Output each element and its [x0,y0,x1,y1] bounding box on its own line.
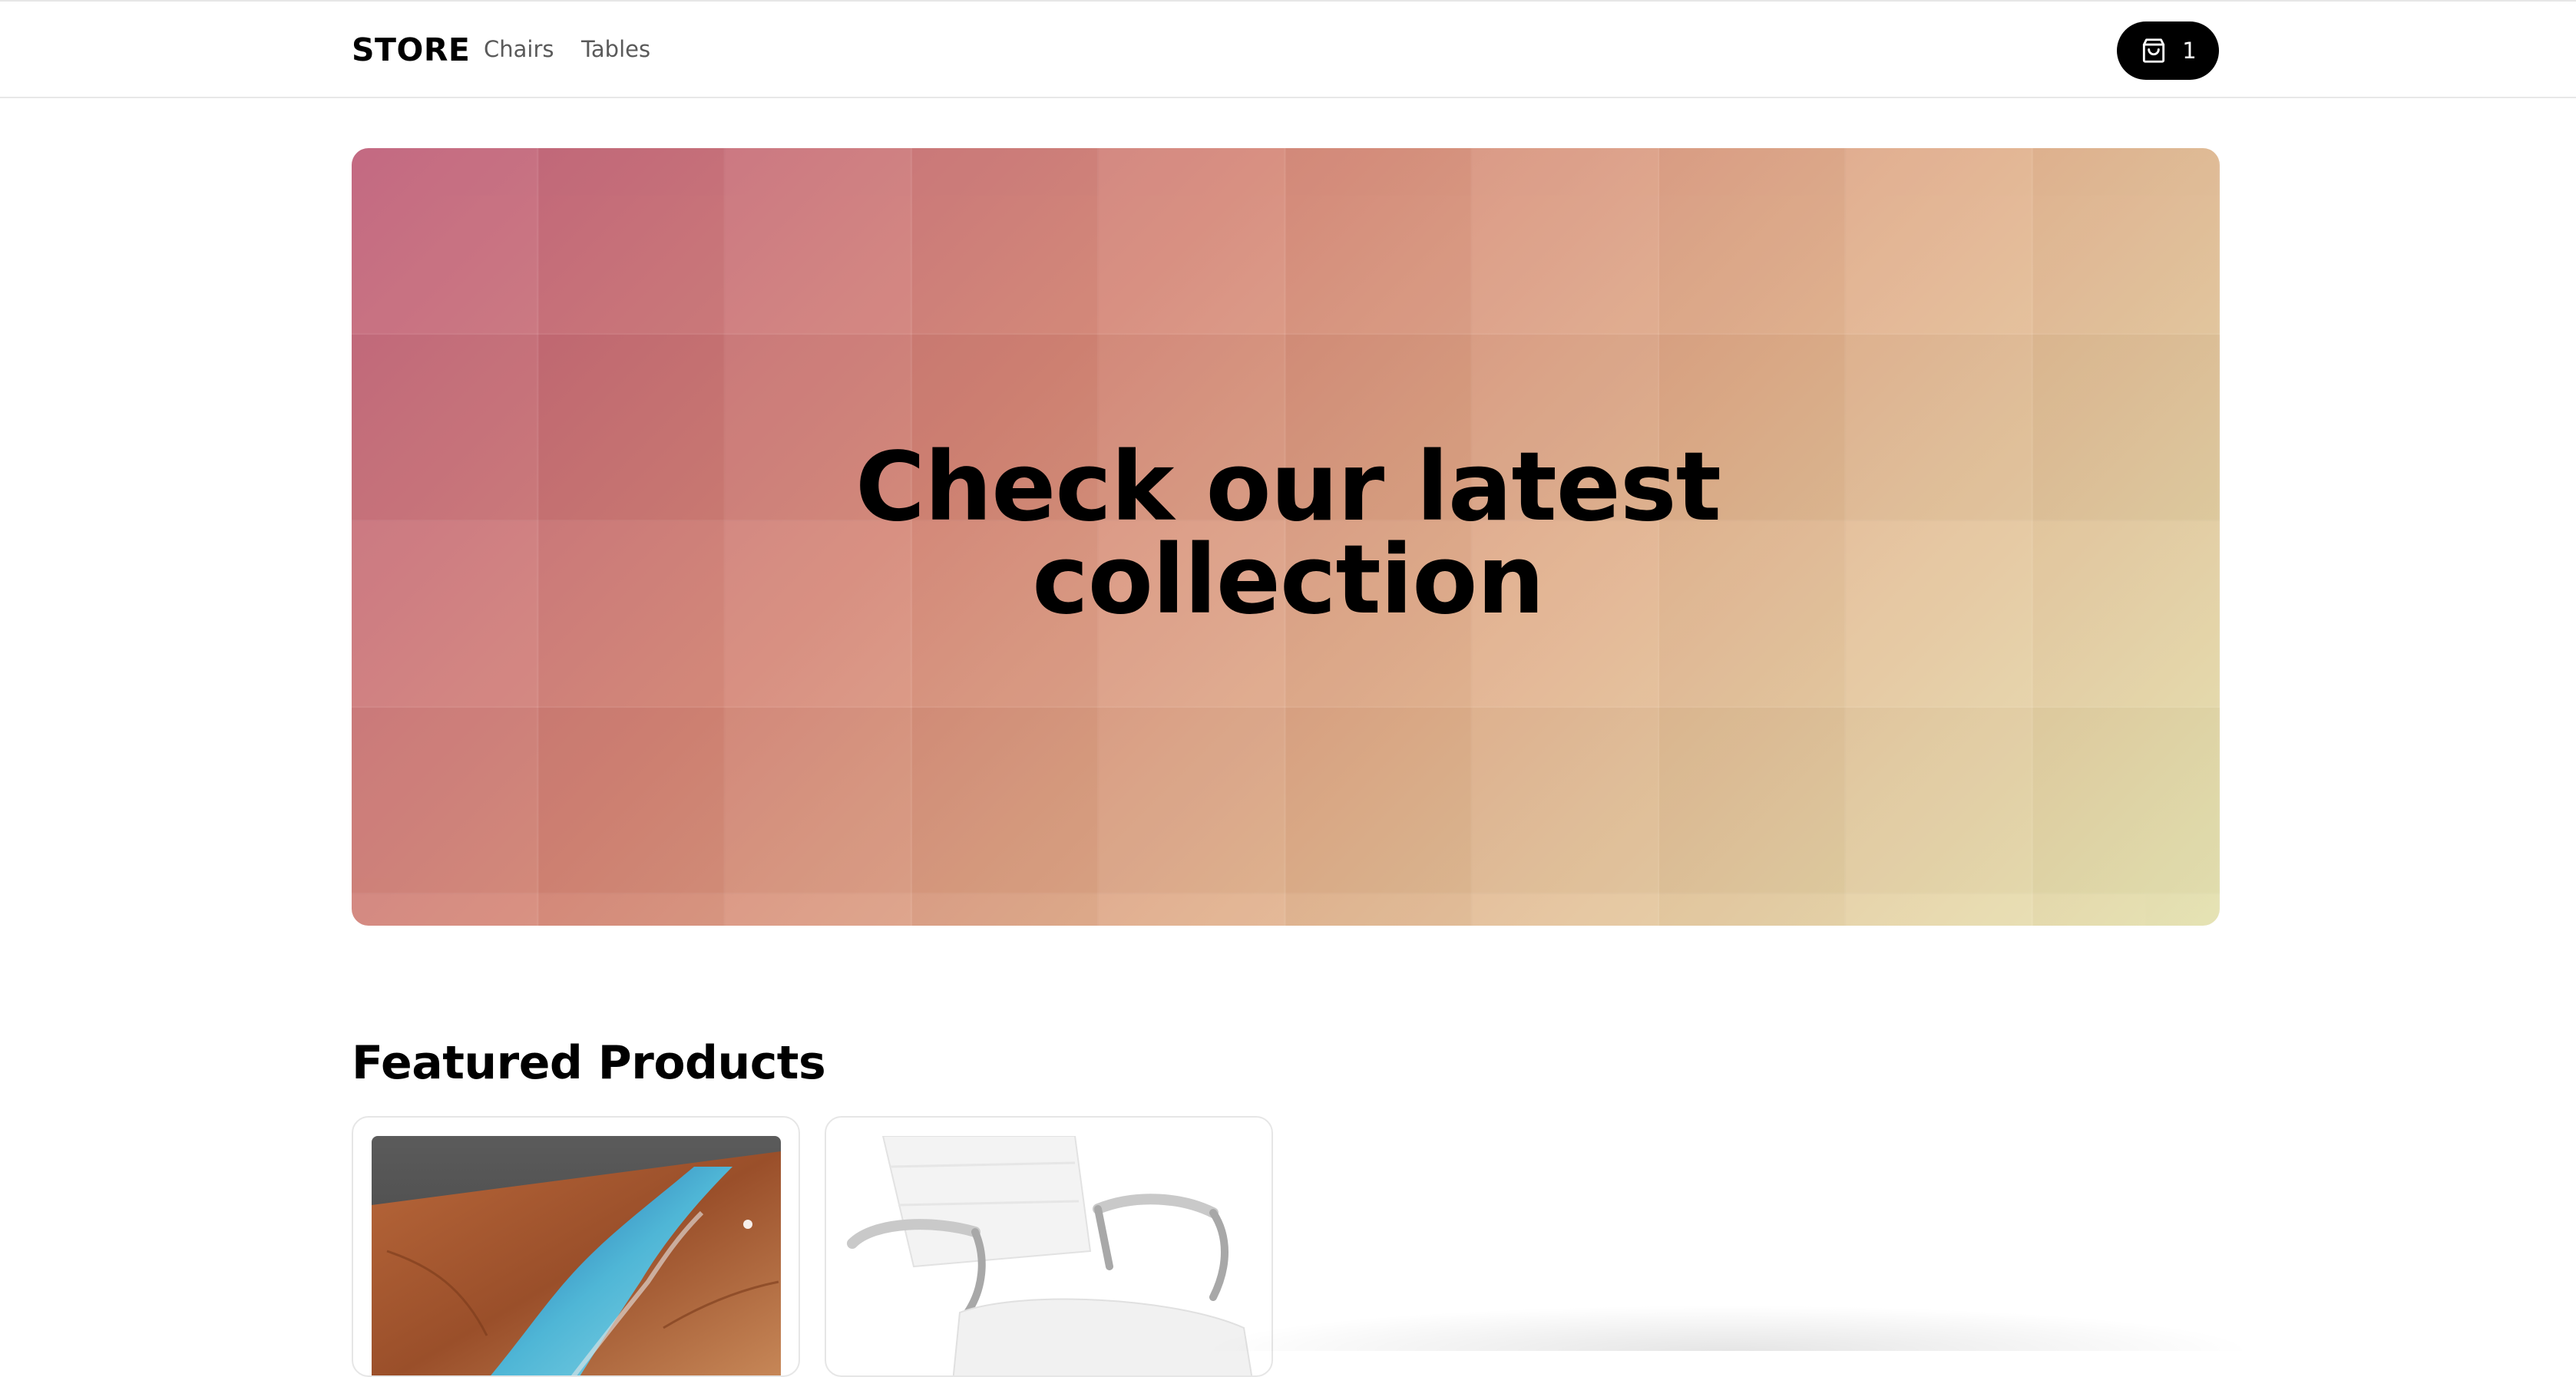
resin-river-table-image [372,1136,781,1375]
hero-title: Check our latest collection [0,440,2576,628]
product-card[interactable] [825,1116,1273,1377]
top-navigation-bar: STORE Chairs Tables 1 [0,0,2576,98]
featured-products-heading: Featured Products [352,1036,826,1090]
product-card[interactable] [352,1116,800,1377]
shopping-bag-icon [2139,36,2168,65]
floating-panel-shadow [1198,1305,2257,1351]
cart-button[interactable]: 1 [2117,21,2219,80]
store-logo[interactable]: STORE [352,31,470,69]
nav-link-chairs[interactable]: Chairs [484,34,554,64]
nav-link-tables[interactable]: Tables [581,34,650,64]
hero-title-line-2: collection [1032,525,1545,636]
cart-count-badge: 1 [2182,38,2197,64]
white-office-chair-image [845,1136,1254,1375]
